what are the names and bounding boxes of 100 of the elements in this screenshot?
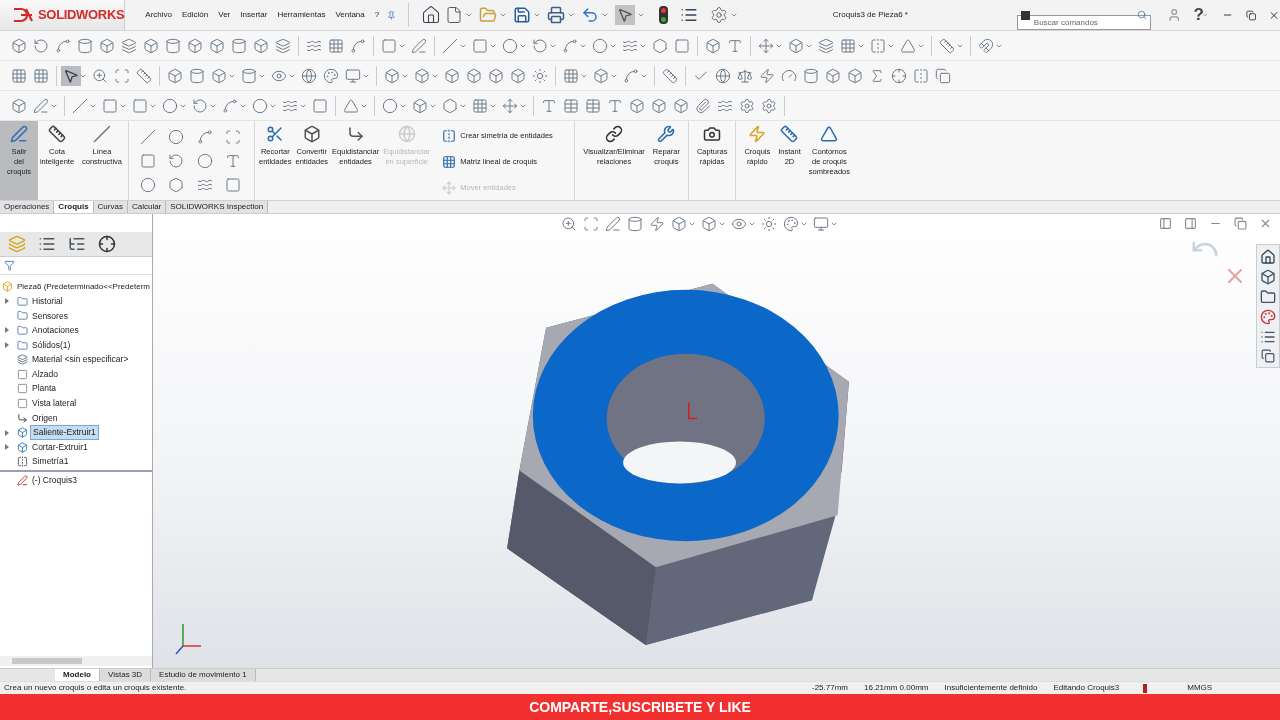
caret-icon[interactable] <box>636 11 645 19</box>
rotate-icon[interactable] <box>33 37 49 54</box>
spline-icon[interactable] <box>196 128 213 145</box>
help-button[interactable]: ? <box>1193 2 1204 28</box>
monitor-icon[interactable] <box>345 67 361 84</box>
menu-item[interactable]: Edición <box>182 9 209 21</box>
cube-icon[interactable] <box>11 37 27 54</box>
grid-icon[interactable] <box>33 67 49 84</box>
text-icon[interactable] <box>727 37 743 54</box>
lightning-icon[interactable] <box>649 216 665 232</box>
circle-icon[interactable] <box>592 37 608 54</box>
line-icon[interactable] <box>72 97 88 114</box>
line-icon[interactable] <box>442 37 458 54</box>
grid-icon[interactable] <box>11 67 27 84</box>
tree-item[interactable]: (-) Croquis3 <box>30 474 79 487</box>
cube-icon[interactable] <box>510 67 526 84</box>
menu-item[interactable]: Herramientas <box>277 9 326 21</box>
circle-icon[interactable] <box>252 97 268 114</box>
caret-icon[interactable] <box>729 11 738 19</box>
frame-icon[interactable] <box>114 67 130 84</box>
cylinder-icon[interactable] <box>627 216 643 232</box>
menu-item[interactable]: Ver <box>218 9 231 21</box>
expand-arrow-icon[interactable] <box>5 342 9 349</box>
copy-icon[interactable] <box>935 67 951 84</box>
line-icon[interactable] <box>140 128 156 145</box>
triangle-icon[interactable] <box>343 97 359 114</box>
tree-root[interactable]: Pieza6 (Predeterminado<<Predeterm <box>17 280 150 293</box>
cylinder-icon[interactable] <box>241 67 257 84</box>
grid-icon[interactable] <box>563 67 579 84</box>
circle-icon[interactable] <box>196 152 213 169</box>
grid-icon[interactable] <box>840 37 856 54</box>
tree-item[interactable]: Sólidos(1) <box>30 338 73 352</box>
folder-icon[interactable] <box>1260 289 1276 305</box>
hexagon-icon[interactable] <box>442 97 458 114</box>
magnet-icon[interactable] <box>978 37 994 54</box>
pin-icon[interactable] <box>387 9 397 21</box>
pen-icon[interactable] <box>411 37 427 54</box>
pen-icon[interactable] <box>33 97 49 114</box>
cube-icon[interactable] <box>143 37 159 54</box>
caret-icon[interactable] <box>464 11 473 19</box>
layers-icon[interactable] <box>275 37 291 54</box>
circle-icon[interactable] <box>502 37 518 54</box>
cube-icon[interactable] <box>444 67 460 84</box>
menu-item[interactable]: Insertar <box>240 9 268 21</box>
caret-icon[interactable] <box>830 220 838 228</box>
cube-icon[interactable] <box>167 67 183 84</box>
cube-icon[interactable] <box>209 37 225 54</box>
tree-item[interactable]: Historial <box>30 294 65 308</box>
cube-icon[interactable] <box>1260 269 1276 285</box>
cube-icon[interactable] <box>384 67 400 84</box>
sun-icon[interactable] <box>532 67 548 84</box>
globe-icon[interactable] <box>301 67 317 84</box>
menu-item[interactable]: ? <box>374 9 380 21</box>
caret-icon[interactable] <box>498 11 507 19</box>
spline-icon[interactable] <box>222 97 238 114</box>
text-icon[interactable] <box>224 152 241 169</box>
grid-icon[interactable] <box>328 37 344 54</box>
cylinder-icon[interactable] <box>189 67 205 84</box>
spline-icon[interactable] <box>55 37 71 54</box>
caret-icon[interactable] <box>532 11 541 19</box>
tree-item[interactable]: Sensores <box>30 309 70 323</box>
hexagon-icon[interactable] <box>652 37 668 54</box>
lightning-icon[interactable] <box>759 67 775 84</box>
circle-icon[interactable] <box>168 128 185 145</box>
filter-icon[interactable] <box>4 260 15 271</box>
tab[interactable]: Operaciones <box>0 201 55 213</box>
home-icon[interactable] <box>420 5 441 25</box>
scale-icon[interactable] <box>737 67 753 84</box>
cube-icon[interactable] <box>847 67 863 84</box>
cube-icon[interactable] <box>825 67 841 84</box>
table-icon[interactable] <box>585 97 601 114</box>
cube-icon[interactable] <box>629 97 645 114</box>
cube-icon[interactable] <box>705 37 721 54</box>
cylinder-icon[interactable] <box>231 37 247 54</box>
palette-icon[interactable] <box>1260 309 1276 325</box>
list-icon[interactable] <box>1260 329 1276 345</box>
panel-left-icon[interactable] <box>1159 217 1172 230</box>
cube-icon[interactable] <box>788 37 804 54</box>
panel-right-icon[interactable] <box>1184 217 1197 230</box>
units-selector[interactable]: MMGS <box>1163 682 1237 694</box>
printer-icon[interactable] <box>546 6 565 24</box>
close-icon[interactable] <box>1259 217 1272 230</box>
frame-icon[interactable] <box>224 128 241 145</box>
circle-icon[interactable] <box>140 176 156 193</box>
caret-icon[interactable] <box>800 220 808 228</box>
settings-icon[interactable] <box>709 6 728 24</box>
crosshair-icon[interactable] <box>891 67 907 84</box>
spline-icon[interactable] <box>623 67 639 84</box>
cube-icon[interactable] <box>412 97 428 114</box>
dimxpert-tab[interactable] <box>98 235 116 253</box>
rectangle-icon[interactable] <box>102 97 118 114</box>
rectangle-icon[interactable] <box>140 152 156 169</box>
cube-icon[interactable] <box>99 37 115 54</box>
cube-icon[interactable] <box>211 67 227 84</box>
caret-icon[interactable] <box>748 220 756 228</box>
ruler-icon[interactable] <box>939 37 955 54</box>
rectangle-icon[interactable] <box>132 97 148 114</box>
caret-icon[interactable] <box>600 11 609 19</box>
triangle-icon[interactable] <box>900 37 916 54</box>
move-icon[interactable] <box>758 37 774 54</box>
